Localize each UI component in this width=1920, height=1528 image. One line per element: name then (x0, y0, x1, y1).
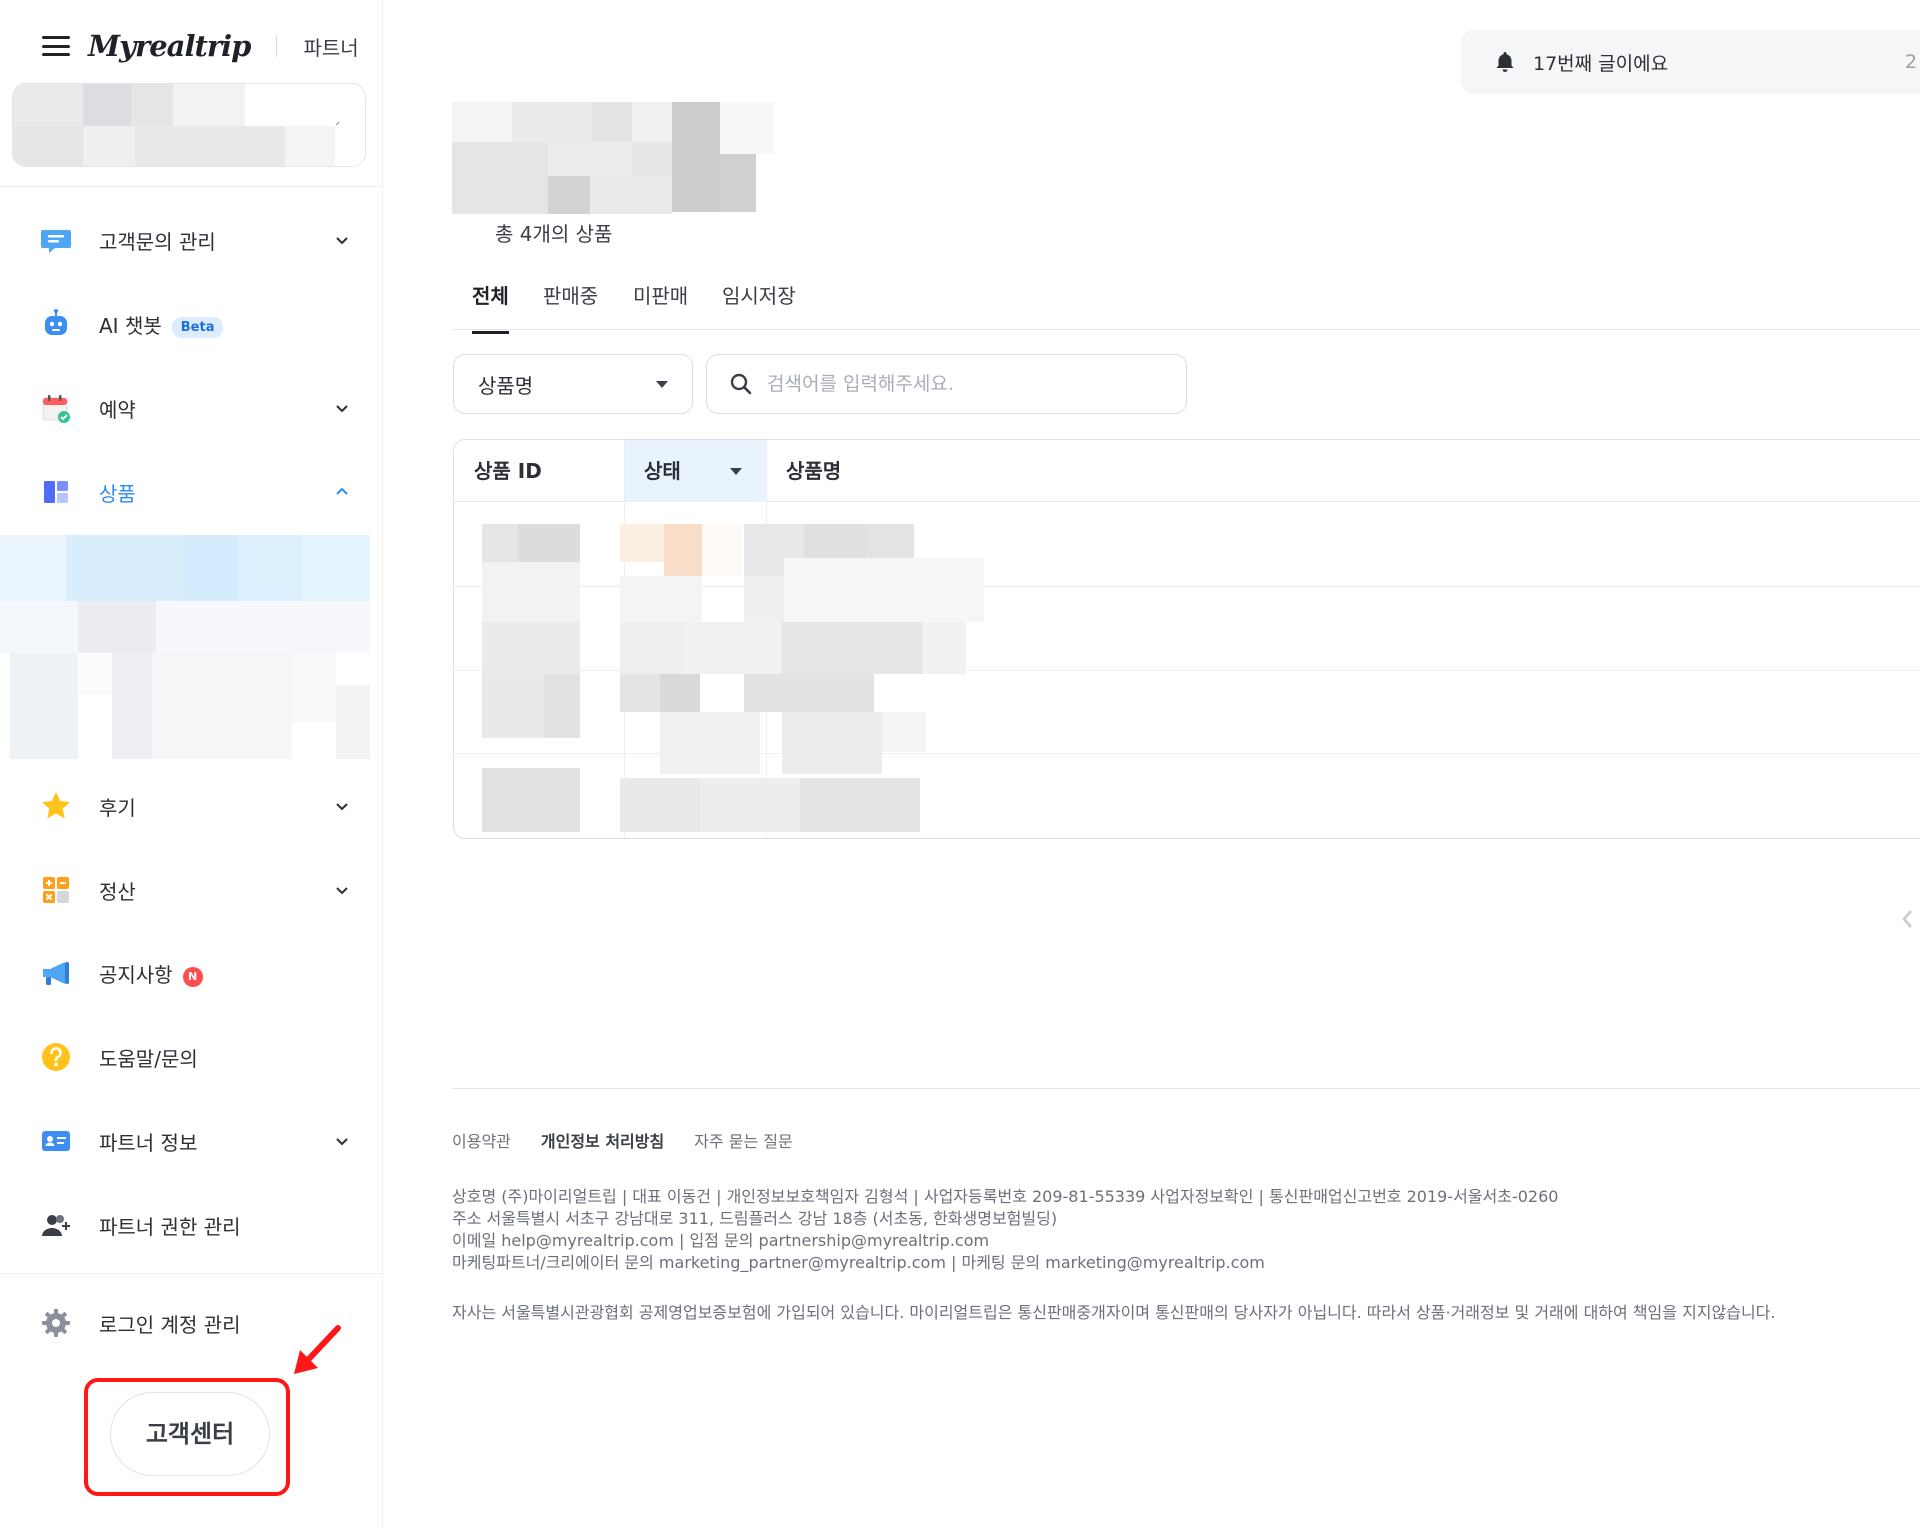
tab-draft[interactable]: 임시저장 (722, 280, 796, 331)
table-row[interactable] (482, 524, 1042, 836)
chevron-down-icon (336, 887, 348, 895)
sidebar-divider (0, 186, 383, 187)
calculator-icon (43, 877, 69, 903)
faq-link[interactable]: 자주 묻는 질문 (694, 1128, 793, 1152)
account-selector[interactable]: ˏ (12, 83, 366, 167)
caret-down-icon (656, 381, 668, 388)
company-info-line: 이메일 help@myrealtrip.com | 입점 문의 partners… (452, 1231, 990, 1250)
tab-on-sale[interactable]: 판매중 (543, 280, 598, 331)
id-card-icon (42, 1131, 70, 1151)
column-header-product-name[interactable]: 상품명 (766, 440, 1066, 502)
brand-bar: Myrealtrip 파트너 (42, 26, 359, 66)
sidebar-item-label: 후기 (99, 795, 136, 820)
user-add-icon (42, 1215, 70, 1236)
total-count: 총 4개의 상품 (495, 222, 613, 246)
sidebar-item-help[interactable]: 도움말/문의 (0, 1027, 383, 1087)
robot-icon (45, 309, 67, 335)
privacy-policy-link[interactable]: 개인정보 처리방침 (541, 1128, 664, 1152)
company-info-line: 상호명 (주)마이리얼트립 | 대표 이동건 | 개인정보보호책임자 김형석 |… (452, 1187, 1559, 1206)
sidebar-item-notices[interactable]: 공지사항 N (0, 943, 383, 1003)
chevron-down-icon (336, 803, 348, 811)
page-title (452, 102, 774, 214)
company-info-line: 주소 서울특별시 서초구 강남대로 311, 드림플러스 강남 18층 (서초동… (452, 1209, 1058, 1228)
chat-bubble-icon (41, 230, 71, 253)
sidebar-item-reviews[interactable]: 후기 (0, 776, 383, 836)
chevron-up-icon (336, 487, 348, 495)
question-circle-icon (42, 1043, 70, 1071)
sidebar-item-inquiries[interactable]: 고객문의 관리 (0, 210, 383, 270)
search-field-select[interactable]: 상품명 (453, 354, 693, 414)
footer-divider (452, 1088, 1920, 1089)
chevron-down-icon (336, 237, 348, 245)
legal-disclaimer: 자사는 서울특별시관광협회 공제영업보증보험에 가입되어 있습니다. 마이리얼트… (452, 1303, 1776, 1322)
sidebar-item-label: 상품 (99, 481, 136, 506)
customer-center-button[interactable]: 고객센터 (110, 1392, 270, 1476)
sidebar-item-partner-permissions[interactable]: 파트너 권한 관리 (0, 1195, 383, 1255)
support-highlight: 고객센터 (84, 1378, 290, 1496)
brand-divider (276, 35, 278, 57)
table-header: 상품 ID 상태 상품명 (454, 440, 1920, 502)
tab-bar: 전체 판매중 미판매 임시저장 (452, 270, 1920, 334)
search-box[interactable] (706, 354, 1187, 414)
menu-icon[interactable] (42, 36, 70, 56)
sidebar-item-label: 로그인 계정 관리 (99, 1312, 241, 1337)
search-input[interactable] (767, 373, 1157, 395)
sidebar-item-label: 파트너 권한 관리 (99, 1214, 241, 1239)
notice-banner[interactable]: 17번째 글이에요 2 (1461, 30, 1920, 94)
search-icon (730, 373, 752, 395)
star-icon (42, 792, 70, 819)
gear-icon (42, 1309, 70, 1337)
megaphone-icon (43, 962, 69, 985)
bell-icon (1496, 52, 1514, 72)
sidebar-item-label: 고객문의 관리 (99, 229, 216, 254)
column-header-status[interactable]: 상태 (624, 440, 766, 502)
company-info: 상호명 (주)마이리얼트립 | 대표 이동건 | 개인정보보호책임자 김형석 |… (452, 1186, 1558, 1274)
sidebar-item-label: 정산 (99, 879, 136, 904)
terms-link[interactable]: 이용약관 (452, 1128, 511, 1152)
layout-grid-icon (44, 481, 68, 503)
notice-count: 2 (1905, 51, 1918, 73)
sidebar: Myrealtrip 파트너 ˏ 고객문의 관리 AI 챗봇 Beta 예약 상… (0, 0, 383, 1528)
calendar-check-icon (42, 395, 70, 423)
annotation-arrow-icon (294, 1325, 341, 1374)
notice-text: 17번째 글이에요 (1533, 52, 1669, 75)
column-header-product-id[interactable]: 상품 ID (454, 440, 624, 502)
sidebar-item-products[interactable]: 상품 (0, 462, 383, 522)
company-info-line: 마케팅파트너/크리에이터 문의 marketing_partner@myreal… (452, 1253, 1265, 1272)
sidebar-item-label: 예약 (99, 397, 136, 422)
tab-all[interactable]: 전체 (472, 280, 509, 334)
sidebar-item-label: AI 챗봇 Beta (99, 310, 224, 339)
sidebar-item-ai-chatbot[interactable]: AI 챗봇 Beta (0, 294, 383, 354)
new-badge: N (182, 966, 203, 987)
product-table: 상품 ID 상태 상품명 (453, 439, 1920, 839)
chevron-down-icon (336, 405, 348, 413)
chevron-down-icon (336, 1138, 348, 1146)
caret-down-icon (730, 468, 742, 475)
chevron-icon: ˏ (333, 106, 341, 125)
sidebar-item-partner-info[interactable]: 파트너 정보 (0, 1111, 383, 1171)
sidebar-item-label: 파트너 정보 (99, 1130, 198, 1155)
sidebar-item-reservations[interactable]: 예약 (0, 378, 383, 438)
logo[interactable]: Myrealtrip (88, 29, 251, 63)
tab-not-on-sale[interactable]: 미판매 (633, 280, 688, 331)
partner-label: 파트너 (303, 35, 359, 60)
sidebar-item-settlement[interactable]: 정산 (0, 860, 383, 920)
sidebar-item-label: 도움말/문의 (99, 1046, 198, 1071)
chevron-left-icon[interactable] (1900, 908, 1914, 930)
sidebar-item-label: 공지사항 N (99, 959, 203, 988)
sidebar-submenu[interactable] (0, 535, 370, 760)
select-value: 상품명 (478, 373, 534, 398)
sidebar-divider (0, 1273, 383, 1274)
footer-links: 이용약관 개인정보 처리방침 자주 묻는 질문 (452, 1128, 793, 1152)
beta-badge: Beta (171, 316, 224, 338)
